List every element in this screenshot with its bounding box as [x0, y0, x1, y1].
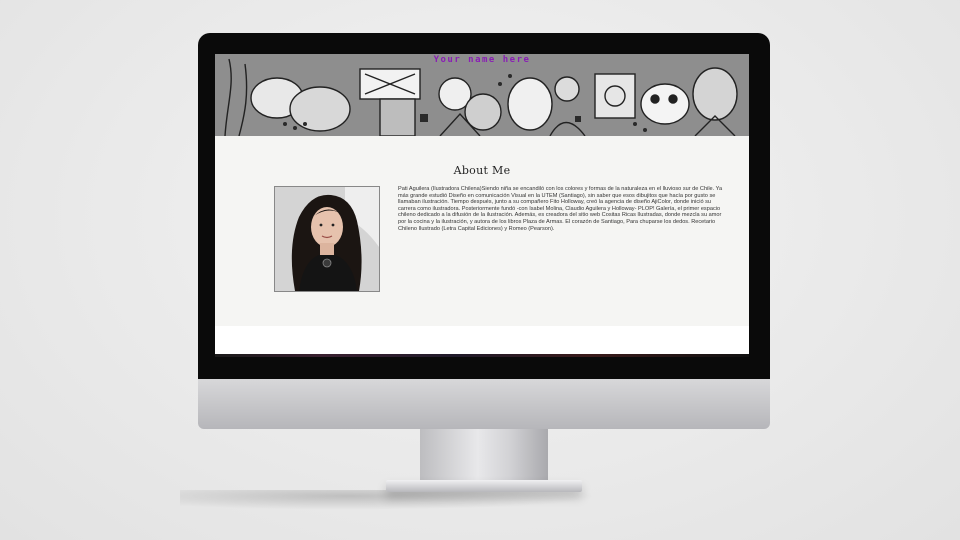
- about-heading: About Me: [453, 164, 511, 177]
- monitor-screen: Your name here About Me Pati Aguilera (I…: [215, 54, 749, 354]
- monitor-stand-base: [386, 480, 582, 492]
- footer-band: [215, 326, 749, 354]
- monitor-shadow: [180, 490, 600, 510]
- monitor-stand-neck: [420, 429, 548, 483]
- about-section: About Me Pati Aguilera (Ilustradora Chil…: [215, 136, 749, 326]
- site-name[interactable]: Your name here: [215, 55, 749, 65]
- profile-photo: [274, 186, 380, 292]
- next-section-strip: [215, 354, 749, 357]
- bio-text: Pati Aguilera (Ilustradora Chilena)Siend…: [398, 186, 723, 232]
- illustration-banner-icon: [215, 54, 749, 136]
- monitor-chin: [198, 377, 770, 429]
- header-banner: Your name here: [215, 54, 749, 136]
- portrait-photo-icon: [275, 187, 379, 291]
